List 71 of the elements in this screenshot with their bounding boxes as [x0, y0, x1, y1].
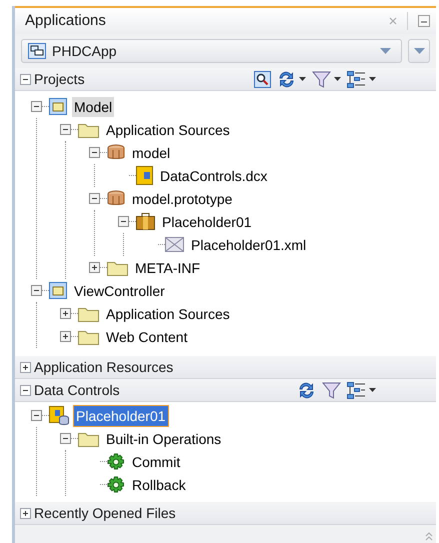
tree-item[interactable]: Placeholder01.xml — [189, 234, 308, 254]
expand-icon[interactable] — [20, 362, 31, 372]
tree-item[interactable]: Commit — [130, 452, 182, 472]
dropdown-arrow-icon — [414, 48, 424, 54]
section-title: Projects — [34, 70, 85, 89]
collapse-icon[interactable] — [118, 216, 129, 227]
folder-icon — [78, 430, 99, 446]
briefcase-icon — [136, 213, 155, 230]
section-title: Data Controls — [34, 380, 120, 400]
document-icon — [136, 166, 153, 185]
collapse-icon[interactable] — [20, 74, 31, 84]
folder-icon — [78, 328, 99, 344]
tree-item[interactable]: Model — [72, 96, 114, 116]
tree-item[interactable]: DataControls.dcx — [158, 166, 270, 186]
expand-icon[interactable] — [20, 508, 31, 518]
package-icon — [107, 190, 125, 207]
expand-icon[interactable] — [60, 331, 71, 342]
tree-item[interactable]: Web Content — [104, 326, 190, 346]
collapse-icon[interactable] — [31, 410, 42, 421]
application-name: PHDCApp — [52, 42, 117, 61]
minimize-icon[interactable] — [418, 15, 430, 27]
tree-item[interactable]: Placeholder01 — [74, 406, 168, 426]
application-menu-button[interactable] — [408, 39, 430, 63]
collapse-icon[interactable] — [89, 147, 100, 158]
tree-item[interactable]: model.prototype — [130, 188, 234, 208]
section-title: Application Resources — [34, 358, 174, 377]
collapse-icon[interactable] — [60, 124, 71, 135]
section-header[interactable]: Recently Opened Files — [15, 502, 436, 525]
collapse-icon[interactable] — [20, 384, 31, 396]
expand-icon[interactable] — [60, 308, 71, 319]
collapse-icon[interactable] — [31, 101, 42, 112]
search-icon[interactable] — [254, 70, 271, 88]
panel-tab-title[interactable]: Applications — [25, 10, 106, 32]
tree-item[interactable]: ViewController — [72, 280, 167, 300]
folder-icon — [78, 306, 99, 322]
section-header[interactable]: Application Resources — [15, 356, 436, 379]
file-icon — [165, 237, 184, 252]
project-folder-icon — [49, 282, 67, 299]
section-title: Recently Opened Files — [34, 504, 176, 523]
collapse-icon[interactable] — [31, 285, 42, 296]
collapse-icon[interactable] — [60, 433, 71, 444]
tree-item[interactable]: Application Sources — [104, 120, 232, 140]
collapse-icon[interactable] — [89, 193, 100, 204]
gear-icon — [107, 452, 125, 470]
tree-item[interactable]: Rollback — [130, 474, 188, 494]
sync-icon[interactable] — [277, 70, 296, 88]
section-header[interactable]: Projects — [15, 68, 436, 91]
folder-icon — [107, 260, 128, 276]
expand-icon[interactable] — [89, 262, 100, 273]
section-header[interactable]: Data Controls — [15, 379, 436, 402]
dropdown-arrow-icon[interactable] — [380, 48, 391, 54]
tree-item[interactable]: META-INF — [133, 258, 202, 278]
application-dropdown[interactable]: PHDCApp — [21, 39, 402, 63]
filter-icon[interactable] — [312, 70, 331, 88]
hierarchy-icon[interactable] — [347, 382, 366, 398]
data-control-icon — [49, 406, 69, 425]
tree-item[interactable]: Built-in Operations — [104, 428, 224, 448]
gear-icon — [107, 476, 125, 494]
hierarchy-icon[interactable] — [347, 70, 366, 88]
tree-item[interactable]: Placeholder01 — [160, 212, 254, 232]
project-folder-icon — [49, 98, 67, 115]
application-icon — [28, 43, 46, 59]
folder-icon — [78, 122, 99, 138]
tree-item[interactable]: model — [130, 142, 172, 162]
dropdown-caret-icon[interactable] — [369, 388, 376, 392]
package-icon — [107, 144, 125, 161]
tree-item[interactable]: Application Sources — [104, 304, 232, 324]
dropdown-caret-icon[interactable] — [334, 77, 341, 81]
dropdown-caret-icon[interactable] — [299, 77, 306, 81]
dropdown-caret-icon[interactable] — [369, 77, 376, 81]
sync-icon[interactable] — [297, 380, 316, 400]
